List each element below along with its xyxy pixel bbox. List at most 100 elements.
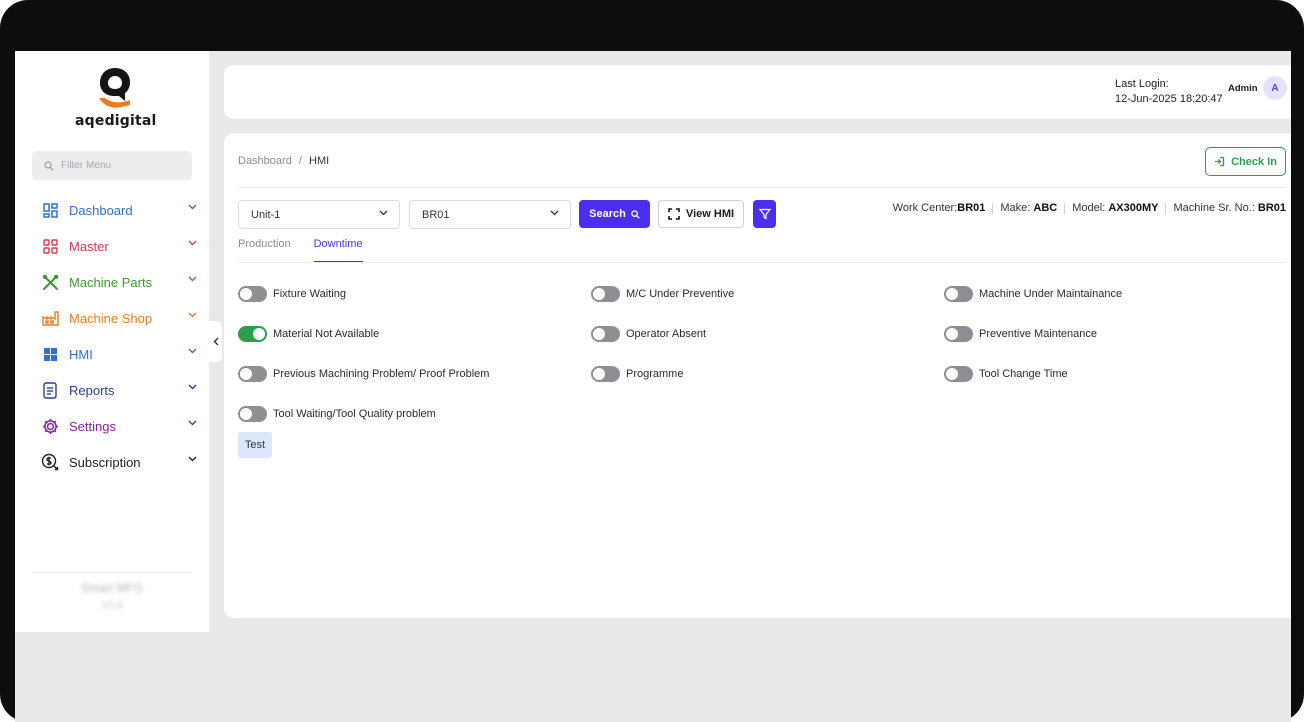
unit-select[interactable]: Unit-1 [238, 200, 400, 229]
footer-version: V1.0 [101, 600, 123, 611]
sidebar-item-label: Subscription [69, 454, 141, 470]
downtime-toggle-machine-under-maintainance[interactable]: Machine Under Maintainance [944, 286, 1122, 302]
tab-production[interactable]: Production [238, 238, 291, 263]
toggle-switch[interactable] [238, 286, 267, 302]
toggle-label: Operator Absent [626, 328, 707, 340]
check-in-button[interactable]: Check In [1205, 147, 1286, 176]
toggle-switch[interactable] [944, 286, 973, 302]
last-login-label: Last Login: [1115, 78, 1169, 90]
breadcrumb-separator: / [298, 155, 302, 167]
view-hmi-label: View HMI [685, 208, 735, 220]
subscription-icon [41, 453, 59, 471]
logo-icon [99, 68, 130, 108]
brand-name: aqedigital [75, 113, 157, 129]
tab-downtime[interactable]: Downtime [313, 238, 363, 263]
chevron-down-icon [188, 348, 197, 354]
breadcrumb-current: HMI [309, 155, 330, 167]
device-frame: aqedigital Dashboard [0, 0, 1304, 722]
sidebar-item-machine-shop[interactable]: Machine Shop [15, 300, 209, 336]
dashboard-icon [41, 201, 59, 219]
search-icon [631, 209, 640, 219]
downtime-toggle-previous-machining-problem[interactable]: Previous Machining Problem/ Proof Proble… [238, 366, 489, 382]
unit-select-value: Unit-1 [251, 208, 281, 221]
filter-icon [758, 208, 771, 220]
chevron-down-icon [188, 384, 197, 390]
filter-menu-input[interactable] [61, 160, 171, 171]
sidebar-item-hmi[interactable]: HMI [15, 336, 209, 372]
toggle-switch[interactable] [944, 326, 973, 342]
tools-icon [41, 273, 59, 291]
toggle-switch[interactable] [238, 406, 267, 422]
top-header: Last Login: 12-Jun-2025 18:20:47 Admin A [224, 65, 1291, 119]
chevron-left-icon [213, 337, 218, 346]
windows-icon [41, 345, 59, 363]
sidebar-item-label: Reports [69, 382, 115, 398]
sidebar-item-label: Machine Shop [69, 310, 153, 326]
filter-button[interactable] [753, 200, 776, 228]
sidebar-item-reports[interactable]: Reports [15, 372, 209, 408]
serial-label: Machine Sr. No.: [1173, 202, 1255, 214]
user-name[interactable]: Admin [1228, 83, 1258, 94]
downtime-toggle-operator-absent[interactable]: Operator Absent [591, 326, 706, 342]
avatar[interactable]: A [1263, 76, 1287, 100]
divider [992, 202, 994, 214]
toggle-label: Material Not Available [273, 328, 380, 340]
model-value: AX300MY [1108, 202, 1159, 214]
downtime-toggle-tool-change-time[interactable]: Tool Change Time [944, 366, 1068, 382]
divider [1165, 202, 1167, 214]
toggle-switch[interactable] [238, 366, 267, 382]
downtime-toggle-mc-under-preventive[interactable]: M/C Under Preventive [591, 286, 734, 302]
serial-value: BR01 [1257, 202, 1286, 214]
sidebar-collapse-button[interactable] [209, 321, 222, 362]
sidebar-item-label: Dashboard [69, 202, 133, 218]
brand-logo[interactable]: aqedigital [75, 65, 157, 135]
toggle-switch[interactable] [591, 366, 620, 382]
breadcrumb-root[interactable]: Dashboard [238, 155, 292, 167]
footer-title: Smart MFG [81, 581, 143, 595]
sidebar-item-label: HMI [69, 346, 93, 362]
work-center-value: BR01 [957, 202, 986, 214]
toggle-label: Tool Change Time [979, 368, 1068, 380]
downtime-toggle-material-not-available[interactable]: Material Not Available [238, 326, 379, 342]
downtime-toggle-tool-waiting[interactable]: Tool Waiting/Tool Quality problem [238, 406, 436, 422]
toggle-switch[interactable] [591, 286, 620, 302]
view-hmi-button[interactable]: View HMI [658, 200, 744, 228]
toggle-switch[interactable] [591, 326, 620, 342]
filter-menu-field[interactable] [32, 151, 192, 180]
chevron-down-icon [550, 210, 559, 216]
downtime-toggle-fixture-waiting[interactable]: Fixture Waiting [238, 286, 346, 302]
divider [238, 262, 1286, 263]
divider [238, 187, 1286, 188]
breadcrumb: Dashboard / HMI [238, 155, 329, 167]
make-value: ABC [1033, 202, 1058, 214]
machine-select[interactable]: BR01 [409, 200, 571, 229]
main-panel: Dashboard / HMI Check In Unit-1 BR01 Sea… [224, 133, 1291, 618]
chevron-down-icon [188, 204, 197, 210]
downtime-toggle-programme[interactable]: Programme [591, 366, 683, 382]
sidebar-item-label: Master [69, 238, 109, 254]
chevron-down-icon [188, 312, 197, 318]
test-button[interactable]: Test [238, 432, 272, 458]
chevron-down-icon [188, 240, 197, 246]
make-label: Make: [1000, 202, 1031, 214]
divider [1064, 202, 1066, 214]
sidebar-item-master[interactable]: Master [15, 228, 209, 264]
search-icon [44, 160, 54, 171]
downtime-toggle-preventive-maintenance[interactable]: Preventive Maintenance [944, 326, 1097, 342]
chevron-down-icon [379, 210, 388, 216]
toggle-switch[interactable] [238, 326, 267, 342]
sidebar-footer: Smart MFG V1.0 [32, 572, 192, 611]
sidebar-item-dashboard[interactable]: Dashboard [15, 192, 209, 228]
report-icon [41, 381, 59, 399]
sidebar-item-machine-parts[interactable]: Machine Parts [15, 264, 209, 300]
chevron-down-icon [188, 276, 197, 282]
toggle-switch[interactable] [944, 366, 973, 382]
sidebar-item-settings[interactable]: Settings [15, 408, 209, 444]
fullscreen-icon [668, 208, 680, 220]
search-button[interactable]: Search [579, 200, 650, 228]
toggle-label: M/C Under Preventive [626, 288, 735, 300]
machine-info: Work Center: BR01 Make: ABC Model: AX300M… [893, 202, 1286, 214]
sidebar-item-subscription[interactable]: Subscription [15, 444, 209, 480]
sidebar: aqedigital Dashboard [15, 51, 209, 632]
check-in-icon [1215, 156, 1225, 167]
